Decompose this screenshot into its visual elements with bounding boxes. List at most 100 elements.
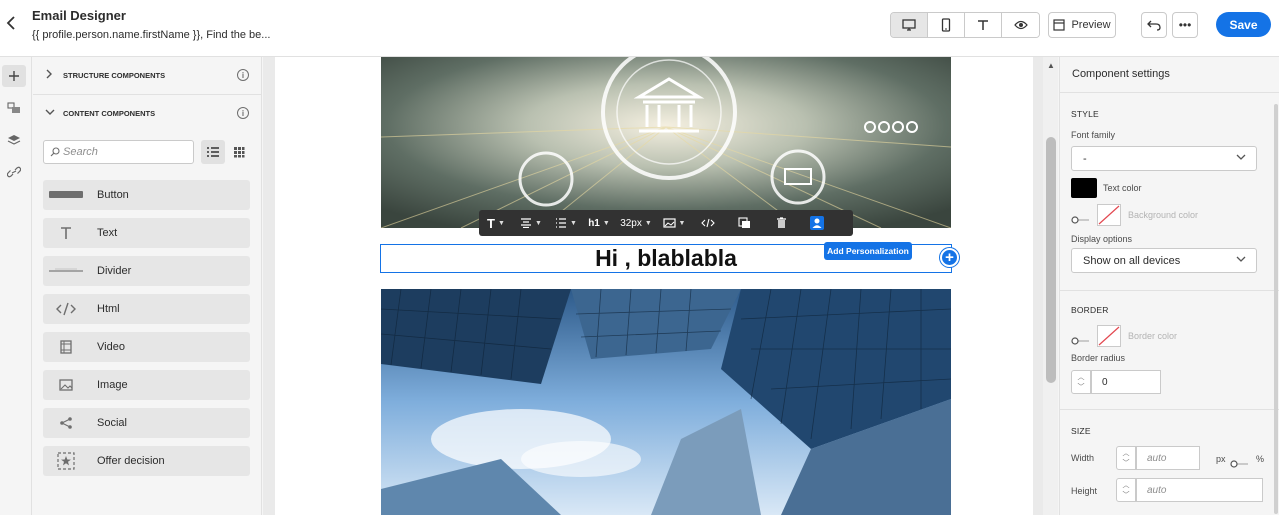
search-input[interactable]: Search bbox=[43, 140, 194, 164]
add-personalization-button[interactable] bbox=[799, 210, 835, 236]
mobile-icon bbox=[941, 18, 951, 32]
component-label: Social bbox=[97, 417, 127, 429]
divider-icon bbox=[43, 268, 89, 274]
stepper-up-icon[interactable]: ︿ bbox=[1123, 448, 1130, 458]
list-view-toggle[interactable] bbox=[201, 140, 225, 164]
width-stepper[interactable]: ︿ ﹀ bbox=[1116, 446, 1136, 470]
border-color-toggle[interactable] bbox=[1071, 332, 1091, 345]
info-icon[interactable]: i bbox=[237, 69, 249, 81]
component-video[interactable]: Video bbox=[43, 332, 250, 362]
border-color-swatch[interactable] bbox=[1097, 325, 1121, 347]
chevron-down-icon bbox=[1236, 255, 1246, 266]
align-dropdown[interactable]: ▼ bbox=[513, 210, 549, 236]
undo-button[interactable] bbox=[1141, 12, 1167, 38]
more-options-button[interactable]: ••• bbox=[1172, 12, 1198, 38]
component-settings-panel: Component settings STYLE Font family - T… bbox=[1059, 57, 1279, 515]
border-radius-stepper[interactable]: ︿ ﹀ bbox=[1071, 370, 1091, 394]
width-input[interactable]: auto bbox=[1136, 446, 1200, 470]
background-color-toggle[interactable] bbox=[1071, 211, 1091, 224]
component-html[interactable]: Html bbox=[43, 294, 250, 324]
component-social[interactable]: Social bbox=[43, 408, 250, 438]
more-icon: ••• bbox=[1178, 18, 1192, 32]
desktop-view-button[interactable] bbox=[891, 13, 928, 37]
trash-icon bbox=[776, 217, 786, 228]
preview-button[interactable]: Preview bbox=[1048, 12, 1116, 38]
component-label: Offer decision bbox=[97, 455, 165, 467]
fragments-icon bbox=[7, 102, 20, 113]
unit-toggle[interactable] bbox=[1230, 455, 1250, 468]
grid-icon bbox=[234, 147, 245, 158]
fragments-tab[interactable] bbox=[2, 97, 26, 119]
personalization-icon bbox=[810, 216, 824, 230]
font-family-dropdown[interactable]: - bbox=[1071, 146, 1257, 171]
duplicate-button[interactable] bbox=[725, 210, 763, 236]
preview-view-button[interactable] bbox=[1002, 13, 1039, 37]
add-components-tab[interactable] bbox=[2, 65, 26, 87]
code-icon bbox=[701, 218, 715, 228]
delete-button[interactable] bbox=[763, 210, 799, 236]
source-code-button[interactable] bbox=[691, 210, 725, 236]
scroll-up-arrow-icon[interactable]: ▲ bbox=[1047, 61, 1055, 70]
offer-decision-icon bbox=[43, 452, 89, 470]
settings-title: Component settings bbox=[1072, 68, 1170, 80]
image-dropdown[interactable]: ▼ bbox=[657, 210, 691, 236]
info-icon[interactable]: i bbox=[237, 107, 249, 119]
code-icon bbox=[43, 302, 89, 316]
share-icon bbox=[43, 416, 89, 430]
display-options-dropdown[interactable]: Show on all devices bbox=[1071, 248, 1257, 273]
border-radius-input[interactable]: 0 bbox=[1091, 370, 1161, 394]
greeting-text[interactable]: Hi , blablabla bbox=[595, 245, 737, 272]
height-input[interactable]: auto bbox=[1136, 478, 1263, 502]
structure-components-header[interactable]: STRUCTURE COMPONENTS i bbox=[33, 57, 262, 93]
background-color-swatch[interactable] bbox=[1097, 204, 1121, 226]
stepper-up-icon[interactable]: ︿ bbox=[1123, 480, 1130, 490]
skyscrapers-image[interactable] bbox=[381, 289, 951, 515]
stepper-up-icon[interactable]: ︿ bbox=[1078, 372, 1085, 382]
email-body: Hi , blablabla T ▼ ▼ ▼ h1 ▼ 32px ▼ ▼ Add… bbox=[275, 57, 1033, 515]
component-button[interactable]: Button bbox=[43, 180, 250, 210]
width-label: Width bbox=[1071, 453, 1095, 463]
stepper-down-icon[interactable]: ﹀ bbox=[1078, 382, 1085, 392]
add-personalization-tooltip: Add Personalization bbox=[824, 242, 912, 260]
save-button[interactable]: Save bbox=[1216, 12, 1271, 37]
bank-hero-image[interactable] bbox=[381, 57, 951, 228]
mobile-view-button[interactable] bbox=[928, 13, 965, 37]
plus-icon bbox=[9, 71, 19, 81]
style-section-label: STYLE bbox=[1071, 109, 1099, 119]
links-tab[interactable] bbox=[2, 161, 26, 183]
heading-dropdown[interactable]: h1 ▼ bbox=[583, 210, 615, 236]
component-text[interactable]: Text bbox=[43, 218, 250, 248]
desktop-icon bbox=[902, 19, 916, 31]
component-offer-decision[interactable]: Offer decision bbox=[43, 446, 250, 476]
search-icon bbox=[50, 147, 60, 157]
stepper-down-icon[interactable]: ﹀ bbox=[1123, 458, 1130, 468]
back-chevron-icon[interactable] bbox=[5, 14, 19, 34]
page-title: Email Designer bbox=[32, 8, 126, 23]
text-formatting-toolbar: T ▼ ▼ ▼ h1 ▼ 32px ▼ ▼ bbox=[479, 210, 853, 236]
link-icon bbox=[7, 166, 21, 178]
component-label: Video bbox=[97, 341, 125, 353]
component-image[interactable]: Image bbox=[43, 370, 250, 400]
list-dropdown[interactable]: ▼ bbox=[549, 210, 583, 236]
layers-tab[interactable] bbox=[2, 129, 26, 151]
text-style-dropdown[interactable]: T ▼ bbox=[479, 210, 513, 236]
border-color-label: Border color bbox=[1128, 331, 1178, 341]
content-components-header[interactable]: CONTENT COMPONENTS i bbox=[33, 95, 262, 131]
height-stepper[interactable]: ︿ ﹀ bbox=[1116, 478, 1136, 502]
divider bbox=[1060, 290, 1279, 291]
duplicate-icon bbox=[737, 217, 750, 228]
scrollbar-thumb[interactable] bbox=[1046, 137, 1056, 383]
canvas-scrollbar[interactable]: ▲ bbox=[1043, 57, 1058, 515]
settings-scrollbar[interactable] bbox=[1274, 104, 1278, 514]
chevron-down-icon bbox=[45, 107, 57, 119]
grid-view-toggle[interactable] bbox=[230, 140, 248, 164]
structure-components-label: STRUCTURE COMPONENTS bbox=[63, 70, 166, 80]
text-view-button[interactable] bbox=[965, 13, 1002, 37]
border-radius-label: Border radius bbox=[1071, 353, 1126, 363]
text-color-swatch[interactable] bbox=[1071, 178, 1097, 198]
font-size-value: 32px bbox=[620, 217, 642, 229]
stepper-down-icon[interactable]: ﹀ bbox=[1123, 490, 1130, 500]
font-size-dropdown[interactable]: 32px ▼ bbox=[615, 210, 657, 236]
add-block-plus-icon[interactable]: + bbox=[940, 248, 959, 267]
component-divider[interactable]: Divider bbox=[43, 256, 250, 286]
